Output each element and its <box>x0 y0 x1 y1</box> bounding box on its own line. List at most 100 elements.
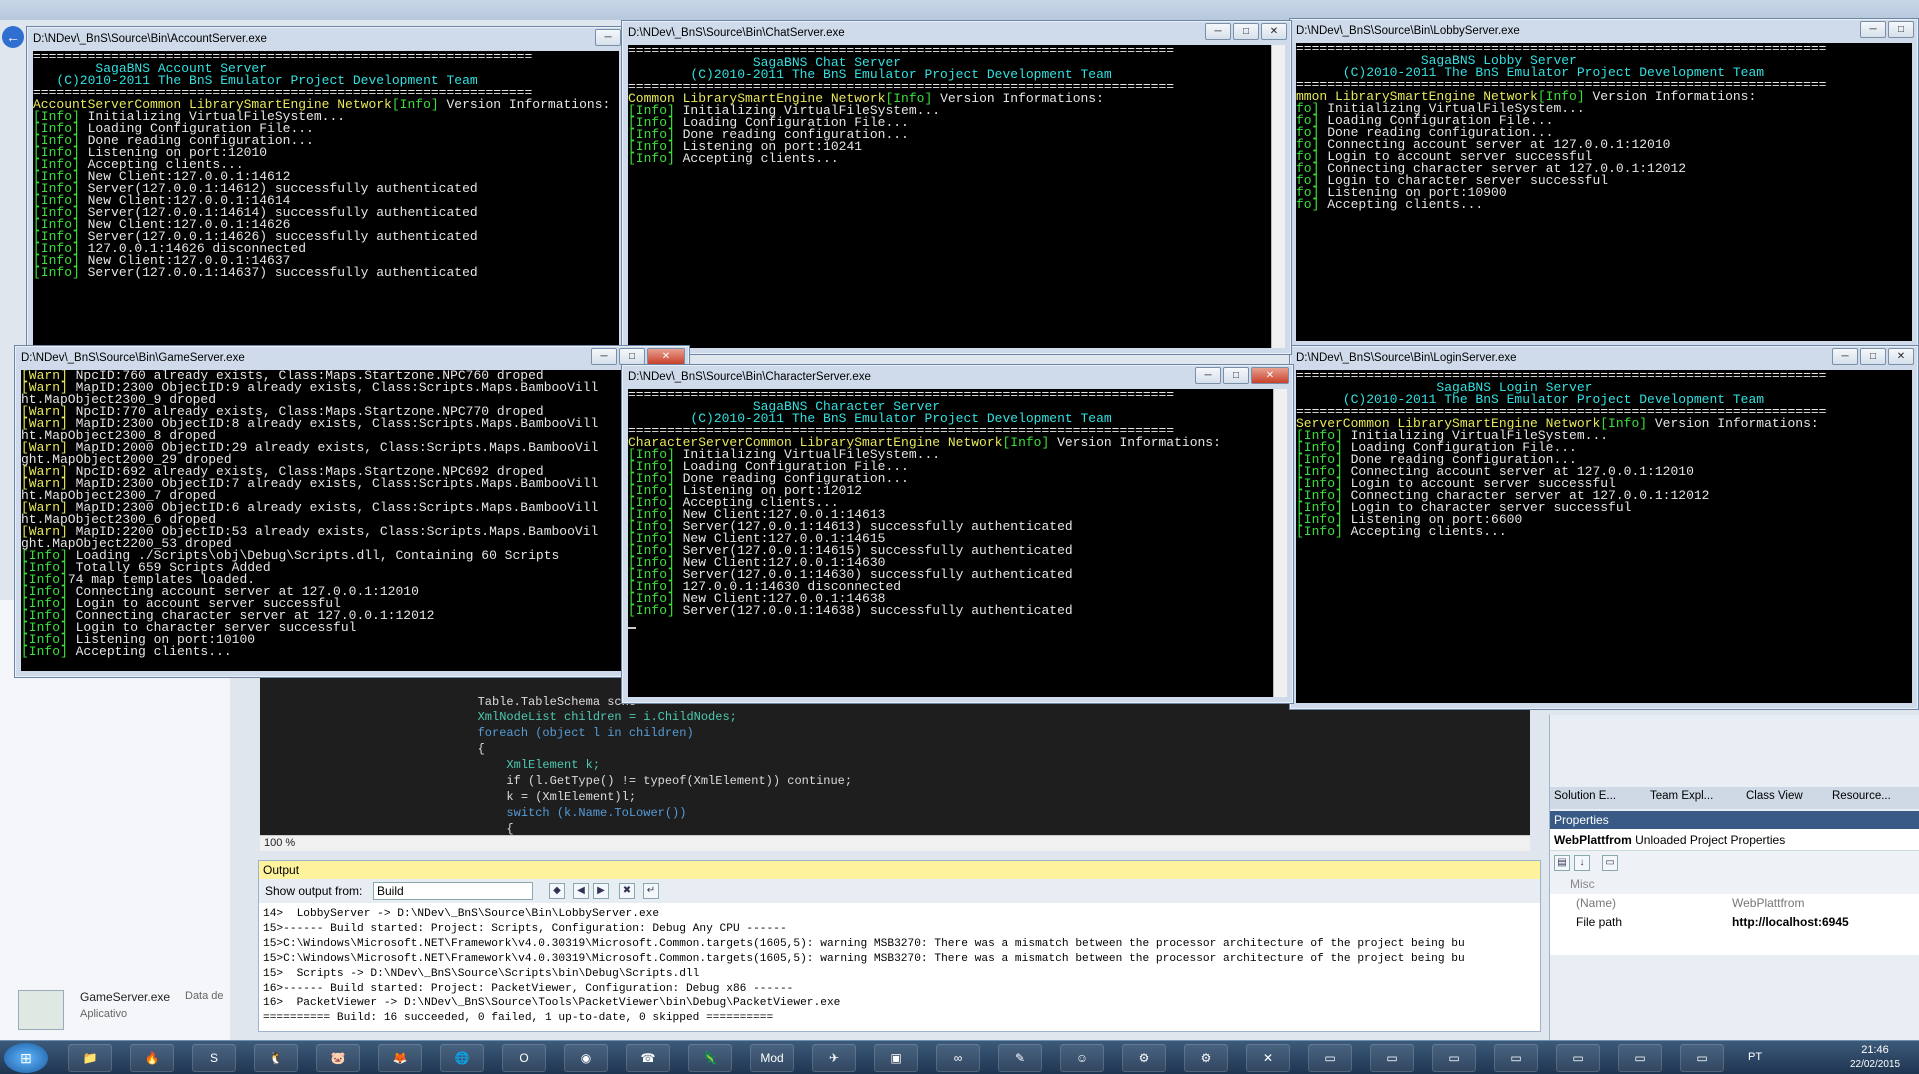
console-output[interactable]: ========================================… <box>1296 370 1912 703</box>
taskbar-app-icon[interactable]: ☺ <box>1060 1044 1104 1072</box>
close-button[interactable]: ✕ <box>1261 23 1287 40</box>
gameserver-file-name[interactable]: GameServer.exe <box>80 990 170 1004</box>
categorized-icon[interactable]: ▤ <box>1554 855 1570 871</box>
start-button[interactable]: ⊞ <box>4 1043 48 1073</box>
console-output[interactable]: ========================================… <box>628 45 1285 348</box>
zoom-level[interactable]: 100 % <box>264 837 295 849</box>
vertical-scrollbar[interactable] <box>1271 45 1285 348</box>
property-row[interactable]: (Name) WebPlattfrom <box>1550 894 1919 913</box>
output-line: 14> LobbyServer -> D:\NDev\_BnS\Source\B… <box>263 908 660 920</box>
gameserver-file-date-label: Data de <box>185 990 224 1002</box>
taskbar-app-icon[interactable]: ▣ <box>874 1044 918 1072</box>
tab-resource-view[interactable]: Resource... <box>1832 790 1891 802</box>
next-message-icon[interactable]: ▶ <box>593 883 609 899</box>
console-output[interactable]: ========================================… <box>1296 43 1912 341</box>
taskbar-app-icon[interactable]: ▭ <box>1618 1044 1662 1072</box>
tab-solution-explorer[interactable]: Solution E... <box>1554 790 1616 802</box>
maximize-button[interactable]: □ <box>619 348 645 365</box>
gameserver-window[interactable]: D:\NDev\_BnS\Source\Bin\GameServer.exe ─… <box>14 345 690 678</box>
console-text: Server(127.0.0.1:14638) successfully aut… <box>674 603 1073 618</box>
taskbar-app-icon[interactable]: 🐷 <box>316 1044 360 1072</box>
tray-clock-date[interactable]: 22/02/2015 <box>1840 1059 1910 1070</box>
back-button[interactable]: ← <box>2 26 24 48</box>
property-row[interactable]: File path http://localhost:6945 <box>1550 913 1919 932</box>
taskbar-app-icon[interactable]: ▭ <box>1680 1044 1724 1072</box>
property-category[interactable]: Misc <box>1550 875 1919 894</box>
minimize-button[interactable]: ─ <box>591 348 617 365</box>
console-text: Version Informations: <box>438 97 611 112</box>
code-line: foreach (object l in children) <box>420 726 694 740</box>
output-text[interactable]: 14> LobbyServer -> D:\NDev\_BnS\Source\B… <box>263 907 1523 1026</box>
property-name: File path <box>1576 915 1623 929</box>
code-line: { <box>420 742 485 756</box>
console-line: [Info] Accepting clients... <box>21 645 683 658</box>
taskbar-app-icon[interactable]: ▭ <box>1370 1044 1414 1072</box>
alphabetical-icon[interactable]: ↓ <box>1574 855 1590 871</box>
accountserver-window[interactable]: D:\NDev\_BnS\Source\Bin\AccountServer.ex… <box>26 26 626 356</box>
minimize-button[interactable]: ─ <box>1195 367 1221 384</box>
clear-all-icon[interactable]: ✖ <box>619 883 635 899</box>
taskbar-app-icon[interactable]: S <box>192 1044 236 1072</box>
properties-object-name: WebPlattfrom <box>1554 833 1632 847</box>
gameserver-file-icon[interactable] <box>18 990 64 1030</box>
properties-object-select[interactable]: WebPlattfrom Unloaded Project Properties <box>1550 829 1919 851</box>
goto-message-icon[interactable]: ◆ <box>549 883 565 899</box>
console-text: Accepting clients... <box>1342 524 1507 539</box>
taskbar-app-icon[interactable]: 🦊 <box>378 1044 422 1072</box>
dock-tab-strip: Solution E... Team Expl... Class View Re… <box>1550 787 1919 809</box>
taskbar-app-icon[interactable]: 🦎 <box>688 1044 732 1072</box>
word-wrap-icon[interactable]: ↵ <box>643 883 659 899</box>
maximize-button[interactable]: □ <box>1233 23 1259 40</box>
taskbar-app-icon[interactable]: ▭ <box>1308 1044 1352 1072</box>
taskbar-app-icon[interactable]: O <box>502 1044 546 1072</box>
maximize-button[interactable]: □ <box>1860 348 1886 365</box>
taskbar-app-icon[interactable]: Mod <box>750 1044 794 1072</box>
minimize-button[interactable]: ─ <box>595 29 621 46</box>
taskbar-app-icon[interactable]: ✈ <box>812 1044 856 1072</box>
tab-class-view[interactable]: Class View <box>1746 790 1803 802</box>
tab-team-explorer[interactable]: Team Expl... <box>1650 790 1713 802</box>
maximize-button[interactable]: □ <box>1223 367 1249 384</box>
code-line: if (l.GetType() != typeof(XmlElement)) c… <box>420 774 853 788</box>
minimize-button[interactable]: ─ <box>1832 348 1858 365</box>
lobbyserver-window[interactable]: D:\NDev\_BnS\Source\Bin\LobbyServer.exe … <box>1289 18 1919 348</box>
output-pane-title: Output <box>259 861 1540 879</box>
taskbar-app-icon[interactable]: ⚙ <box>1184 1044 1228 1072</box>
taskbar-app-icon[interactable]: ∞ <box>936 1044 980 1072</box>
minimize-button[interactable]: ─ <box>1205 23 1231 40</box>
minimize-button[interactable]: ─ <box>1860 21 1886 38</box>
chatserver-window[interactable]: D:\NDev\_BnS\Source\Bin\ChatServer.exe ─… <box>621 20 1292 355</box>
taskbar-app-icon[interactable]: ▭ <box>1494 1044 1538 1072</box>
output-source-select[interactable]: Build <box>373 882 533 900</box>
right-dock: Solution E... Team Expl... Class View Re… <box>1549 715 1919 1040</box>
property-pages-icon[interactable]: ▭ <box>1602 855 1618 871</box>
properties-object-type: Unloaded Project Properties <box>1635 833 1786 847</box>
console-text: Accepting clients... <box>674 151 839 166</box>
taskbar-app-icon[interactable]: ✕ <box>1246 1044 1290 1072</box>
taskbar-app-icon[interactable]: 🔥 <box>130 1044 174 1072</box>
console-output[interactable]: ========================================… <box>628 389 1287 697</box>
console-text: Version Informations: <box>1049 435 1221 450</box>
close-button[interactable]: ✕ <box>647 348 685 365</box>
console-output[interactable]: ========================================… <box>33 51 619 349</box>
tray-clock-time[interactable]: 21:46 <box>1840 1044 1910 1056</box>
taskbar-app-icon[interactable]: ☎ <box>626 1044 670 1072</box>
taskbar-app-icon[interactable]: 🌐 <box>440 1044 484 1072</box>
prev-message-icon[interactable]: ◀ <box>573 883 589 899</box>
vertical-scrollbar[interactable] <box>1273 389 1287 697</box>
taskbar-app-icon[interactable]: ▭ <box>1556 1044 1600 1072</box>
close-button[interactable]: ✕ <box>1888 348 1914 365</box>
taskbar-app-icon[interactable]: ⚙ <box>1122 1044 1166 1072</box>
taskbar-app-icon[interactable]: ◉ <box>564 1044 608 1072</box>
taskbar-app-icon[interactable]: 🐧 <box>254 1044 298 1072</box>
output-line: ========== Build: 16 succeeded, 0 failed… <box>263 1012 774 1025</box>
maximize-button[interactable]: □ <box>1888 21 1914 38</box>
taskbar-app-icon[interactable]: ▭ <box>1432 1044 1476 1072</box>
characterserver-window[interactable]: D:\NDev\_BnS\Source\Bin\CharacterServer.… <box>621 364 1294 704</box>
taskbar-app-icon[interactable]: ✎ <box>998 1044 1042 1072</box>
close-button[interactable]: ✕ <box>1251 367 1289 384</box>
loginserver-window[interactable]: D:\NDev\_BnS\Source\Bin\LoginServer.exe … <box>1289 345 1919 710</box>
console-output[interactable]: [Warn] NpcID:760 already exists, Class:M… <box>21 370 683 671</box>
tray-language[interactable]: PT <box>1748 1051 1762 1063</box>
taskbar-app-icon[interactable]: 📁 <box>68 1044 112 1072</box>
